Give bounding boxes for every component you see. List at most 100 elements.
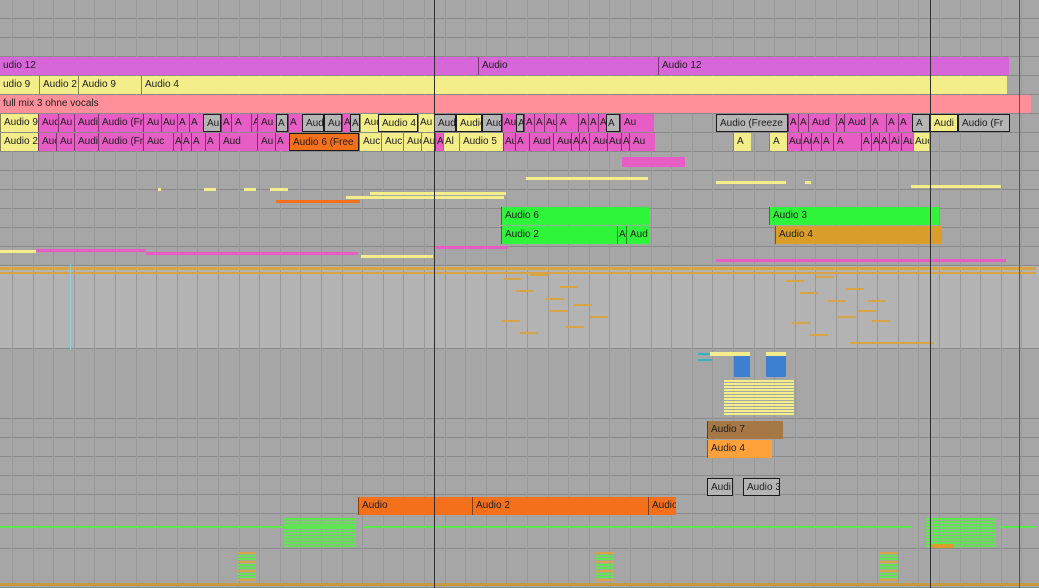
thin-clip[interactable] [716,259,1006,262]
clip-track5-18[interactable]: A [435,133,443,151]
clip-track4-41[interactable]: Au [836,114,844,132]
clip-track4-21[interactable]: Audio 4 [378,114,418,132]
clip-track5-28[interactable]: Au [607,133,621,151]
clip-track4-18[interactable]: A [342,114,350,132]
clip-track5-10[interactable]: Aud [219,133,257,151]
clip-track1-audio12[interactable]: Audio 12 [658,57,1009,75]
clip-track22-audio3[interactable]: Audio 3 [743,478,780,496]
clip-track4-4[interactable]: Audio (Fr [98,114,143,132]
clip-track5-3[interactable]: Audi [74,133,98,151]
clip-track10-audio4[interactable]: Audio 4 [775,226,942,244]
clip-track4-31[interactable]: A [556,114,578,132]
clip-track5-43[interactable]: Auc [913,133,929,151]
clip-track4-13[interactable]: Au [257,114,276,132]
clip-track4-11[interactable]: A [231,114,251,132]
clip-track23-audio-end[interactable]: Audio [648,497,676,515]
clip-track5-17[interactable]: Au [421,133,435,151]
clip-track4-0[interactable]: Audio 9 [0,114,38,132]
clip-track5-27[interactable]: Auc [589,133,607,151]
clip-track5-21[interactable]: Au [503,133,515,151]
clip-track4-27[interactable]: A [516,114,524,132]
clip-track4-38[interactable]: A [788,114,798,132]
clip-track5-6[interactable]: A [173,133,181,151]
clip-track5-2[interactable]: Au [56,133,74,151]
clip-track9-audio3[interactable]: Audio 3 [769,207,939,225]
clip-track4-8[interactable]: A [189,114,203,132]
clip-track23-audio[interactable]: Audio [358,497,472,515]
clip-track4-29[interactable]: A [534,114,544,132]
thin-clip[interactable] [346,196,504,199]
clip-track5-12[interactable]: A [275,133,289,151]
thin-clip[interactable] [911,185,1001,188]
clip-track4-42[interactable]: Aud [844,114,870,132]
clip-track10-au[interactable]: Au [617,226,626,244]
clip-track4-28[interactable]: A [524,114,534,132]
clip-track5-41[interactable]: Ai [889,133,901,151]
thin-clip[interactable] [716,181,786,184]
clip-track6-small[interactable] [622,157,685,167]
clip-track4-34[interactable]: A [598,114,606,132]
clip-track10-aud[interactable]: Aud [626,226,649,244]
clip-track4-3[interactable]: Audi [74,114,98,132]
thin-clip[interactable] [436,246,508,249]
clip-track5-37[interactable]: A [833,133,861,151]
clip-track4-19[interactable]: Au [350,114,360,132]
clip-track2-audio9[interactable]: Audio 9 [78,76,141,94]
thin-clip[interactable] [36,249,146,252]
clip-track4-6[interactable]: Au [161,114,177,132]
clip-track4-5[interactable]: Au [143,114,161,132]
clip-track4-16[interactable]: Aud [302,114,324,132]
clip-track4-48[interactable]: Audio (Fr [958,114,1010,132]
clip-track4-22[interactable]: Au [418,114,434,132]
clip-track4-37[interactable]: Audio (Freeze [716,114,788,132]
clip-track4-2[interactable]: Au [58,114,74,132]
clip-track4-7[interactable]: A [177,114,189,132]
clip-track4-26[interactable]: Au [502,114,516,132]
clip-track4-44[interactable]: A [886,114,898,132]
clip-track5-29[interactable]: A [621,133,629,151]
clip-track23-audio2[interactable]: Audio 2 [472,497,648,515]
clip-track4-39[interactable]: A [798,114,808,132]
arrangement-view[interactable]: udio 12 Audio Audio 12 udio 9 Audio 2 Au… [0,0,1039,588]
clip-track4-24[interactable]: Audio [456,114,482,132]
clip-track4-25[interactable]: Audi [482,114,502,132]
clip-track10-audio2[interactable]: Audio 2 [501,226,617,244]
clip-track5-8[interactable]: A [191,133,205,151]
clip-track5-38[interactable]: A [861,133,871,151]
clip-track5-25[interactable]: A [571,133,579,151]
clip-track4-23[interactable]: Aud [434,114,456,132]
clip-track9-audio6[interactable]: Audio 6 [501,207,649,225]
clip-track5-4[interactable]: Audio (Fr [98,133,143,151]
clip-track5-22[interactable]: A [515,133,529,151]
thin-clip[interactable] [370,192,506,195]
clip-track5-34[interactable]: Auc [801,133,811,151]
clip-track5-31[interactable]: A [733,133,751,151]
thin-clip[interactable] [276,200,360,203]
clip-track5-13[interactable]: Audio 6 (Free [289,133,359,151]
clip-track5-1[interactable]: Auc [38,133,56,151]
clip-track5-32[interactable]: A [769,133,787,151]
clip-track4-20[interactable]: Aud [360,114,378,132]
clip-track1-audio[interactable]: Audio [478,57,658,75]
clip-track4-30[interactable]: Aud [544,114,556,132]
clip-track19-audio7[interactable]: Audio 7 [707,421,783,439]
clip-track5-33[interactable]: Au [787,133,801,151]
thin-clip[interactable] [244,188,256,191]
clip-track22-audi[interactable]: Audi [707,478,733,496]
clip-track5-30[interactable]: Au [629,133,655,151]
thin-clip[interactable] [0,250,36,253]
clip-track4-10[interactable]: A [221,114,231,132]
clip-track5-14[interactable]: Auc [359,133,381,151]
clip-track4-35[interactable]: A [606,114,620,132]
clip-track5-15[interactable]: Auc [381,133,403,151]
clip-track5-39[interactable]: Auc [871,133,879,151]
clip-track4-1[interactable]: Aud [38,114,58,132]
clip-track5-24[interactable]: Auc [553,133,571,151]
clip-track5-26[interactable]: A [579,133,589,151]
clip-track4-43[interactable]: A [870,114,886,132]
clip-track5-5[interactable]: Auc [143,133,173,151]
clip-track4-46[interactable]: A [912,114,930,132]
clip-track5-0[interactable]: Audio 2 [0,133,38,151]
clip-track5-20[interactable]: Audio 5 [459,133,503,151]
clip-track4-32[interactable]: A [578,114,588,132]
